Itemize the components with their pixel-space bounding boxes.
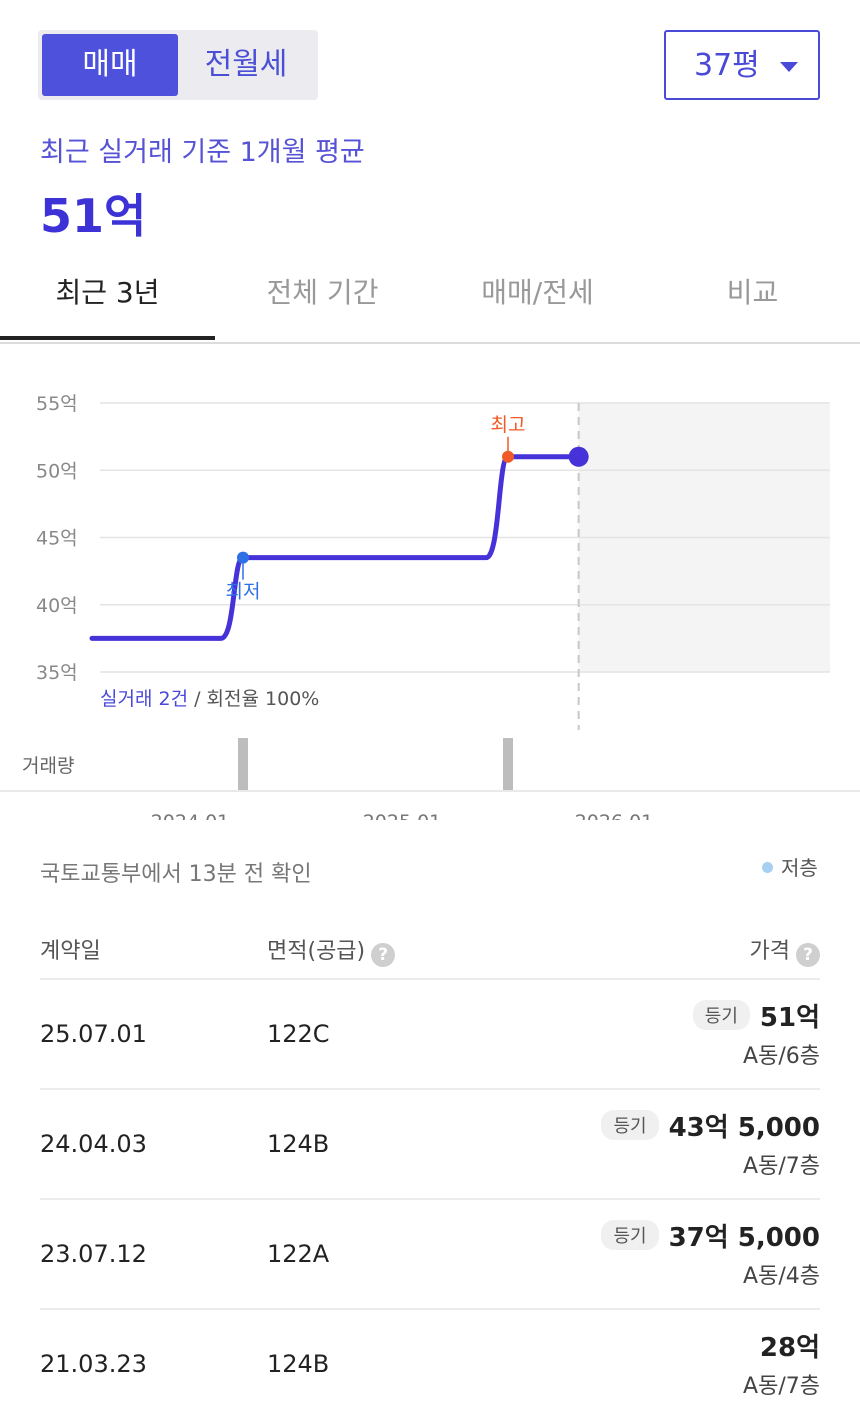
- row-area: 122C: [267, 1020, 330, 1048]
- row-date: 21.03.23: [40, 1350, 147, 1378]
- deal-stats: 실거래 2건 / 회전율 100%: [100, 688, 319, 710]
- row-date: 25.07.01: [40, 1020, 147, 1048]
- row-price: 43억 5,000: [668, 1113, 820, 1143]
- row-unit: A동/6층: [743, 1044, 820, 1069]
- average-price: 51억: [40, 189, 147, 243]
- registered-badge: 등기: [601, 1220, 659, 1250]
- divider: [40, 1088, 820, 1090]
- table-row-price[interactable]: 등기 43억 5,000 A동/7층: [601, 1107, 820, 1180]
- question-circle-icon[interactable]: ?: [371, 943, 396, 967]
- x-tick-label: 2026.01: [575, 811, 654, 820]
- header-price: 가격?: [750, 933, 820, 967]
- period-tabs: 최근 3년 전체 기간 매매/전세 비교: [0, 256, 860, 344]
- toggle-rent[interactable]: 전월세: [178, 34, 314, 96]
- tab-sale-jeonse[interactable]: 매매/전세: [430, 256, 645, 340]
- price-chart[interactable]: 55억 50억 45억 40억 35억 최고최저실거래 2건 / 회전율 100% 거래량 2…: [0, 380, 860, 820]
- y-tick-label: 40억: [36, 595, 78, 617]
- x-tick-label: 2024.01: [151, 811, 230, 820]
- divider: [40, 1308, 820, 1310]
- row-area: 124B: [267, 1130, 330, 1158]
- table-row-price[interactable]: 등기 51억 A동/6층: [692, 997, 820, 1070]
- y-tick-label: 55억: [36, 393, 78, 415]
- price-line: [89, 454, 582, 641]
- row-date: 23.07.12: [40, 1240, 147, 1268]
- max-point: [502, 450, 514, 463]
- volume-label: 거래량: [22, 755, 74, 777]
- x-tick-label: 2025.01: [363, 811, 442, 820]
- row-price: 28억: [759, 1333, 820, 1363]
- current-point: [568, 446, 589, 467]
- caret-down-icon: [780, 62, 798, 72]
- row-area: 122A: [267, 1240, 330, 1268]
- table-row-price[interactable]: 등기 37억 5,000 A동/4층: [601, 1217, 820, 1290]
- row-price: 37억 5,000: [668, 1223, 820, 1253]
- y-tick-label: 35억: [36, 662, 78, 684]
- legend-dot-icon: [762, 862, 773, 873]
- volume-bar: [503, 738, 513, 790]
- row-unit: A동/7층: [743, 1374, 820, 1399]
- registered-badge: 등기: [601, 1110, 659, 1140]
- update-note: 국토교통부에서 13분 전 확인: [40, 862, 312, 887]
- area-select-value: 37평: [694, 48, 760, 83]
- volume-bar: [238, 738, 248, 790]
- question-circle-icon[interactable]: ?: [796, 943, 820, 967]
- min-label: 최저: [226, 581, 261, 603]
- average-label: 최근 실거래 기준 1개월 평균: [40, 137, 365, 168]
- min-point: [237, 551, 249, 564]
- table-row-price[interactable]: 28억 A동/7층: [743, 1327, 820, 1400]
- row-unit: A동/7층: [743, 1154, 820, 1179]
- tab-all-period[interactable]: 전체 기간: [215, 256, 430, 340]
- header-area: 면적(공급)?: [267, 933, 396, 967]
- deal-type-toggle: 매매 전월세: [38, 30, 318, 100]
- divider: [40, 978, 820, 980]
- row-area: 124B: [267, 1350, 330, 1378]
- row-price: 51억: [759, 1003, 820, 1033]
- registered-badge: 등기: [692, 1000, 750, 1030]
- y-tick-label: 45억: [36, 528, 78, 550]
- tab-compare[interactable]: 비교: [645, 256, 860, 340]
- active-tab-indicator: [0, 336, 215, 340]
- max-label: 최고: [491, 414, 526, 436]
- area-select[interactable]: 37평: [664, 30, 820, 100]
- toggle-sale[interactable]: 매매: [42, 34, 178, 96]
- header-date: 계약일: [40, 939, 101, 964]
- row-date: 24.04.03: [40, 1130, 147, 1158]
- row-unit: A동/4층: [743, 1264, 820, 1289]
- divider: [40, 1198, 820, 1200]
- legend-low-floor: 저층: [762, 852, 818, 881]
- y-tick-label: 50억: [36, 460, 78, 482]
- tab-recent-3-years[interactable]: 최근 3년: [0, 256, 215, 340]
